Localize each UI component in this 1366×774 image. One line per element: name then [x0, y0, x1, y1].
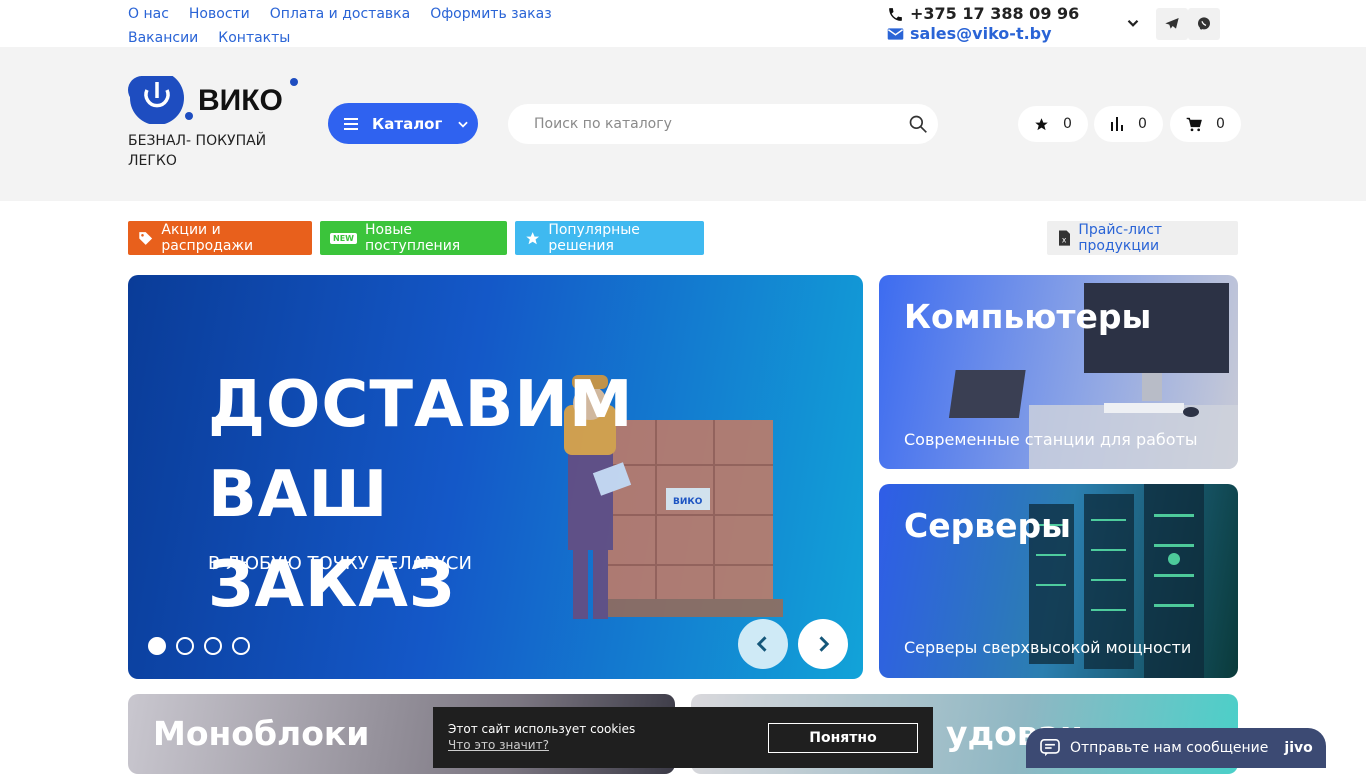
slide-dot-2[interactable]: [176, 637, 194, 655]
favorites-count: 0: [1063, 116, 1072, 132]
menu-icon: [344, 117, 358, 130]
slider-subtitle: В ЛЮБУЮ ТОЧКУ БЕЛАРУСИ: [208, 553, 472, 574]
price-list-label: Прайс-лист продукции: [1078, 222, 1163, 254]
new-arrivals-label: Новые поступления: [364, 222, 461, 254]
cart-icon: [1186, 117, 1202, 131]
sale-tag-button[interactable]: Акции и распродажи: [128, 221, 312, 255]
mail-icon: [887, 28, 904, 40]
contacts-block: +375 17 388 09 96 sales@viko-t.by: [887, 4, 1079, 44]
star-icon: [1035, 117, 1048, 130]
chevron-left-icon: [756, 636, 767, 652]
chat-label: Отправьте нам сообщение: [1070, 740, 1269, 756]
category-card-computers[interactable]: Компьютеры Современные станции для работ…: [879, 275, 1238, 469]
popular-button[interactable]: Популярные решения: [515, 221, 704, 255]
card-title: Компьютеры: [904, 297, 1152, 336]
compare-button[interactable]: 0: [1094, 106, 1163, 142]
chevron-down-icon[interactable]: [1124, 14, 1142, 32]
chat-widget-button[interactable]: Отправьте нам сообщение jivo: [1026, 728, 1326, 768]
chevron-down-icon: [458, 121, 469, 128]
phone-icon: [889, 7, 902, 21]
top-bar: О нас Новости Оплата и доставка Оформить…: [0, 0, 1366, 47]
telegram-icon: [1165, 18, 1179, 29]
search-box[interactable]: Поиск по каталогу: [508, 104, 938, 144]
compare-count: 0: [1138, 116, 1147, 132]
catalog-button[interactable]: Каталог: [328, 103, 478, 144]
popular-label: Популярные решения: [548, 222, 640, 254]
slider-dots: [148, 637, 250, 655]
slide-dot-4[interactable]: [232, 637, 250, 655]
new-arrivals-button[interactable]: NEW Новые поступления: [320, 221, 507, 255]
chat-icon: [1040, 739, 1060, 757]
price-tag-icon: [139, 231, 153, 245]
svg-text:x: x: [1062, 236, 1067, 245]
cookie-text: Этот сайт использует cookies: [448, 722, 636, 736]
excel-file-icon: x: [1059, 230, 1071, 246]
card-description: Современные станции для работы: [904, 430, 1198, 449]
viber-icon: [1198, 17, 1210, 30]
cookie-accept-button[interactable]: Понятно: [768, 723, 918, 753]
category-card-servers[interactable]: Серверы Серверы сверхвысокой мощности: [879, 484, 1238, 678]
slider-prev-button[interactable]: [738, 619, 788, 669]
nav-link-order[interactable]: Оформить заказ: [430, 2, 551, 26]
catalog-label: Каталог: [372, 114, 443, 133]
tagline: БЕЗНАЛ- ПОКУПАЙ ЛЕГКО: [128, 133, 267, 169]
jivo-logo: jivo: [1284, 740, 1313, 756]
new-badge-icon: NEW: [330, 232, 357, 244]
nav-link-about[interactable]: О нас: [128, 2, 169, 26]
cart-count: 0: [1216, 116, 1225, 132]
compare-icon: [1111, 117, 1123, 131]
slider-title: ДОСТАВИМ ВАШ ЗАКАЗ: [208, 360, 808, 630]
viber-button[interactable]: [1188, 8, 1220, 40]
slider-next-button[interactable]: [798, 619, 848, 669]
cookie-info-link[interactable]: Что это значит?: [448, 738, 549, 752]
nav-link-payment[interactable]: Оплата и доставка: [270, 2, 410, 26]
sale-tag-label: Акции и распродажи: [161, 222, 254, 254]
telegram-button[interactable]: [1156, 8, 1188, 40]
cart-button[interactable]: 0: [1170, 106, 1241, 142]
email-link[interactable]: sales@viko-t.by: [910, 24, 1052, 44]
slide-dot-3[interactable]: [204, 637, 222, 655]
top-nav: О нас Новости Оплата и доставка Оформить…: [128, 2, 552, 50]
svg-text:ВИКО: ВИКО: [198, 84, 283, 117]
favorites-button[interactable]: 0: [1018, 106, 1088, 142]
search-icon[interactable]: [908, 114, 928, 134]
slide-dot-1[interactable]: [148, 637, 166, 655]
site-logo[interactable]: ВИКО: [128, 71, 300, 125]
slider-title-line1: ДОСТАВИМ ВАШ: [208, 368, 634, 532]
search-input[interactable]: Поиск по каталогу: [534, 116, 672, 132]
logo-image: ВИКО: [128, 71, 298, 125]
hero-slider[interactable]: ВИКО ДОСТАВИМ ВАШ ЗАКАЗ В ЛЮБУЮ ТОЧКУ БЕ…: [128, 275, 863, 679]
card-title: Серверы: [904, 506, 1071, 545]
chevron-right-icon: [819, 636, 830, 652]
cookie-banner: Этот сайт использует cookies Что это зна…: [433, 707, 933, 768]
card-description: Серверы сверхвысокой мощности: [904, 638, 1192, 657]
card-title: Моноблоки: [153, 714, 370, 753]
star-icon: [526, 231, 540, 244]
price-list-button[interactable]: x Прайс-лист продукции: [1047, 221, 1238, 255]
phone-link[interactable]: +375 17 388 09 96: [910, 4, 1079, 24]
nav-link-news[interactable]: Новости: [189, 2, 250, 26]
